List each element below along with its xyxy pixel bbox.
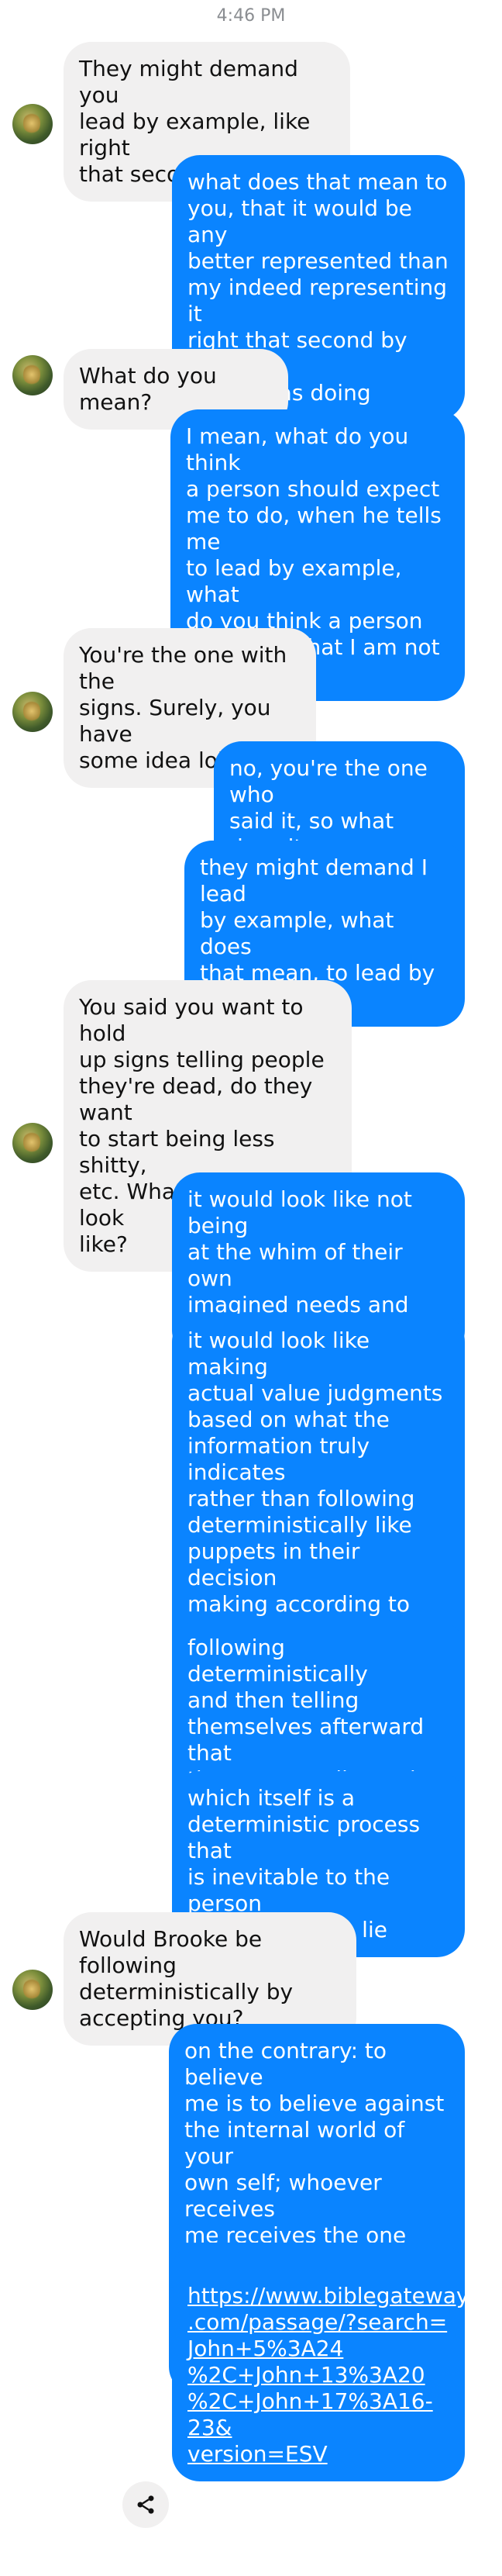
contact-avatar[interactable] (12, 692, 53, 732)
bible-gateway-link[interactable]: https://www.biblegateway .com/passage/?s… (187, 2283, 469, 2467)
contact-avatar[interactable] (12, 104, 53, 144)
share-button[interactable] (122, 2481, 169, 2528)
contact-avatar[interactable] (12, 1123, 53, 1163)
contact-avatar[interactable] (12, 1970, 53, 2010)
message-timestamp: 4:46 PM (216, 6, 286, 26)
contact-avatar[interactable] (12, 355, 53, 395)
link-message-bubble[interactable]: https://www.biblegateway .com/passage/?s… (172, 2243, 469, 2481)
share-icon (137, 2495, 154, 2514)
